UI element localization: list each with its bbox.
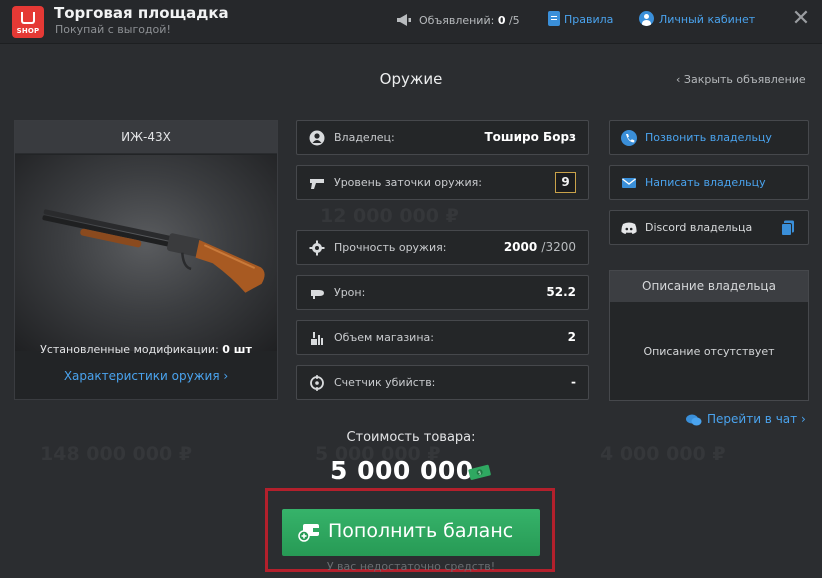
announcements-label: Объявлений: (419, 14, 495, 27)
app-subtitle: Покупай с выгодой! (55, 23, 171, 36)
discord-icon (621, 222, 637, 234)
owner-description-title: Описание владельца (610, 271, 808, 302)
weapon-card: ИЖ-43Х Установленные модификации: 0 шт Х… (14, 120, 278, 400)
sharpening-label: Уровень заточки оружия: (334, 176, 482, 189)
owner-description-panel: Описание владельца Описание отсутствует (609, 270, 809, 401)
sharpening-row: Уровень заточки оружия: 9 (296, 165, 589, 200)
shopping-bag-icon (21, 12, 35, 24)
message-owner-button[interactable]: Написать владельцу (609, 165, 809, 200)
durability-current: 2000 (503, 240, 538, 254)
damage-value: 52.2 (546, 285, 576, 299)
discord-owner-button[interactable]: Discord владельца (609, 210, 809, 245)
background-price-ghost: 12 000 000 ₽ (320, 205, 459, 227)
user-circle-icon (309, 130, 325, 146)
announcements-count: 0 (497, 14, 506, 27)
durability-row: Прочность оружия: 2000 /3200 (296, 230, 589, 265)
installed-mods: Установленные модификации: 0 шт (15, 343, 277, 356)
megaphone-icon (397, 14, 411, 26)
announcements-max: /5 (508, 14, 520, 27)
installed-mods-value: 0 шт (222, 343, 252, 356)
owner-description-text: Описание отсутствует (643, 345, 775, 358)
durability-label: Прочность оружия: (334, 241, 447, 254)
go-to-chat-link[interactable]: Перейти в чат › (686, 412, 806, 426)
close-button[interactable]: ✕ (791, 8, 811, 30)
background-price-ghost: 4 000 000 ₽ (600, 443, 726, 465)
owner-row: Владелец: Тоширо Борз (296, 120, 589, 155)
bullet-icon (311, 290, 324, 299)
mail-icon (622, 178, 636, 188)
weapon-image (15, 155, 277, 351)
price-label: Стоимость товара: (346, 430, 476, 445)
chat-bubbles-icon (686, 414, 702, 426)
phone-icon (621, 130, 637, 146)
copy-icon[interactable] (781, 220, 795, 236)
damage-label: Урон: (334, 286, 366, 299)
magazine-row: Объем магазина: 2 (296, 320, 589, 355)
owner-label: Владелец: (334, 131, 395, 144)
kills-row: Счетчик убийств: - (296, 365, 589, 400)
discord-owner-label: Discord владельца (645, 221, 753, 234)
shotgun-icon (42, 209, 265, 293)
top-up-balance-button[interactable]: Пополнить баланс (282, 509, 540, 556)
personal-cabinet-link[interactable]: Личный кабинет (659, 13, 755, 26)
top-header: SHOP Торговая площадка Покупай с выгодой… (0, 0, 822, 44)
durability-max: /3200 (541, 240, 576, 254)
document-icon (548, 11, 560, 26)
kills-value: - (571, 375, 576, 389)
insufficient-funds-message: У вас недостаточно средств! (326, 560, 496, 573)
magazine-label: Объем магазина: (334, 331, 434, 344)
owner-value: Тоширо Борз (484, 130, 576, 144)
cash-icon: $ (468, 464, 491, 480)
gear-icon (309, 240, 325, 256)
rules-link[interactable]: Правила (564, 13, 613, 26)
user-icon (639, 11, 654, 26)
announcements-counter: Объявлений: 0 /5 (419, 14, 520, 27)
sharpening-level-badge: 9 (555, 172, 576, 193)
gun-icon (310, 179, 324, 189)
magazine-value: 2 (567, 330, 576, 344)
magazine-icon (311, 332, 323, 345)
background-price-ghost: 148 000 000 ₽ (40, 443, 193, 465)
logo-text: SHOP (16, 27, 40, 35)
close-listing-link[interactable]: ‹ Закрыть объявление (676, 73, 806, 86)
call-owner-button[interactable]: Позвонить владельцу (609, 120, 809, 155)
call-owner-label: Позвонить владельцу (645, 131, 772, 144)
wallet-plus-icon (298, 524, 319, 542)
go-to-chat-label: Перейти в чат › (707, 412, 806, 426)
durability-value: 2000 /3200 (504, 240, 576, 254)
installed-mods-label: Установленные модификации: (40, 343, 219, 356)
crosshair-icon (310, 375, 324, 391)
message-owner-label: Написать владельцу (645, 176, 766, 189)
price-value: 5 000 000 (330, 456, 474, 485)
kills-label: Счетчик убийств: (334, 376, 436, 389)
weapon-stats-link[interactable]: Характеристики оружия › (15, 369, 277, 383)
top-up-balance-label: Пополнить баланс (328, 520, 514, 542)
app-title: Торговая площадка (54, 4, 229, 22)
weapon-name: ИЖ-43Х (15, 121, 277, 154)
shop-logo: SHOP (12, 6, 44, 38)
damage-row: Урон: 52.2 (296, 275, 589, 310)
